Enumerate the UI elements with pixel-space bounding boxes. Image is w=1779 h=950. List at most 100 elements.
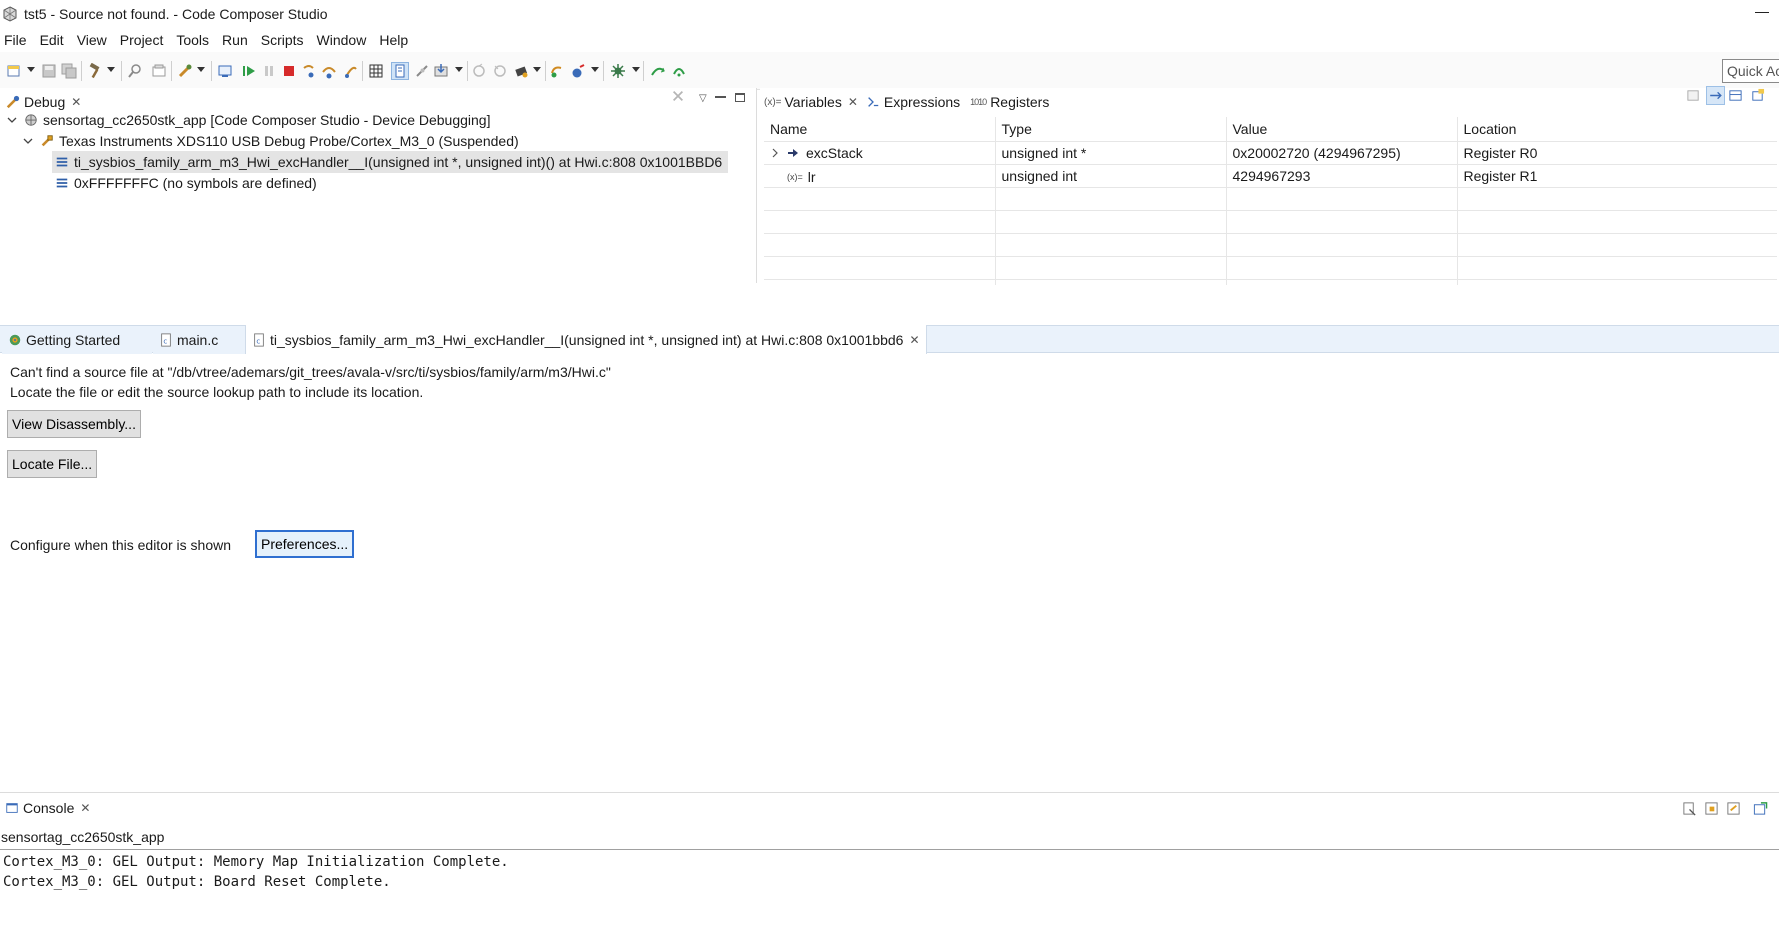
- configure-editor-label: Configure when this editor is shown: [10, 537, 232, 553]
- tree-item-stack-frame-selected[interactable]: ti_sysbios_family_arm_m3_Hwi_excHandler_…: [52, 151, 729, 173]
- table-row[interactable]: (x)= lr unsigned int 4294967293 Register…: [764, 163, 1777, 187]
- menu-view[interactable]: View: [77, 32, 107, 48]
- build-hammer-icon[interactable]: [87, 63, 103, 79]
- chevron-down-icon[interactable]: [22, 135, 34, 147]
- column-header-name[interactable]: Name: [764, 117, 996, 141]
- show-types-icon[interactable]: [1686, 88, 1701, 103]
- variables-view-tabbar: (x)= Variables ✕ Expressions 1010 Regist…: [760, 86, 1779, 116]
- debug-view-icon: [6, 95, 20, 109]
- pin-console-icon[interactable]: [1726, 801, 1741, 816]
- table-row[interactable]: excStack unsigned int * 0x20002720 (4294…: [764, 140, 1777, 164]
- close-icon[interactable]: ✕: [848, 95, 858, 109]
- view-disassembly-button[interactable]: View Disassembly...: [7, 410, 141, 438]
- tab-registers[interactable]: 1010 Registers: [966, 88, 1055, 116]
- menu-project[interactable]: Project: [120, 32, 164, 48]
- save-icon[interactable]: [41, 63, 57, 79]
- locate-file-button[interactable]: Locate File...: [7, 450, 98, 478]
- save-all-icon[interactable]: [61, 63, 77, 79]
- refresh-icon[interactable]: [549, 63, 565, 79]
- menu-scripts[interactable]: Scripts: [261, 32, 304, 48]
- loop-icon[interactable]: [671, 63, 687, 79]
- column-header-value[interactable]: Value: [1226, 117, 1458, 141]
- new-dropdown-arrow[interactable]: [27, 67, 35, 72]
- column-header-type[interactable]: Type: [995, 117, 1227, 141]
- tab-variables-label: Variables: [784, 94, 842, 110]
- menu-edit[interactable]: Edit: [40, 32, 64, 48]
- chevron-down-icon[interactable]: [6, 114, 18, 126]
- connect-icon[interactable]: [414, 63, 430, 79]
- suspend-icon[interactable]: [261, 63, 277, 79]
- build-dropdown-arrow[interactable]: [107, 67, 115, 72]
- terminal-icon[interactable]: [217, 63, 233, 79]
- step-into-icon[interactable]: [301, 63, 317, 79]
- view-menu-icon[interactable]: ▽: [699, 93, 707, 104]
- variable-value[interactable]: 4294967293: [1226, 163, 1458, 187]
- table-row-empty: [764, 209, 1777, 233]
- tab-variables[interactable]: (x)= Variables ✕: [760, 88, 864, 116]
- variable-name-cell: (x)= lr: [764, 163, 996, 187]
- script-dropdown-arrow[interactable]: [591, 67, 599, 72]
- scroll-lock-icon[interactable]: [1704, 801, 1719, 816]
- layout-icon[interactable]: [1728, 88, 1743, 103]
- debug-dropdown-arrow[interactable]: [197, 67, 205, 72]
- close-icon[interactable]: ✕: [71, 95, 81, 109]
- terminate-icon[interactable]: [281, 63, 297, 79]
- tab-main-c[interactable]: c main.c: [153, 326, 245, 354]
- menu-tools[interactable]: Tools: [176, 32, 209, 48]
- target-config-icon[interactable]: [513, 63, 529, 79]
- menu-run[interactable]: Run: [222, 32, 248, 48]
- variable-type: unsigned int: [995, 163, 1227, 187]
- tools-dropdown-arrow[interactable]: [632, 67, 640, 72]
- column-header-location[interactable]: Location: [1457, 117, 1777, 141]
- tab-getting-started[interactable]: Getting Started: [2, 326, 152, 354]
- run-script-icon[interactable]: [570, 63, 586, 79]
- menu-help[interactable]: Help: [379, 32, 408, 48]
- maximize-view-icon[interactable]: [735, 93, 745, 102]
- new-icon[interactable]: [6, 63, 22, 79]
- variable-value[interactable]: 0x20002720 (4294967295): [1226, 140, 1458, 164]
- clear-console-icon[interactable]: [1682, 801, 1697, 816]
- console-view: Console ✕ sensortag_cc2650stk_app Cortex…: [0, 792, 1779, 950]
- debug-bug-icon[interactable]: [177, 63, 193, 79]
- step-return-icon[interactable]: [343, 63, 359, 79]
- quick-access-input[interactable]: Quick Access: [1722, 59, 1779, 83]
- tab-source-not-found[interactable]: c ti_sysbios_family_arm_m3_Hwi_excHandle…: [245, 325, 927, 354]
- ccs-app-icon: [3, 6, 17, 22]
- primitive-variable-icon: (x)=: [787, 171, 803, 182]
- target-dropdown-arrow[interactable]: [533, 67, 541, 72]
- tab-console[interactable]: Console ✕: [0, 794, 96, 822]
- minimize-view-icon[interactable]: [715, 96, 726, 98]
- preferences-button[interactable]: Preferences...: [255, 530, 355, 558]
- tools-gear-icon[interactable]: [610, 63, 626, 79]
- close-icon[interactable]: ✕: [80, 801, 90, 815]
- collapse-all-icon[interactable]: [1706, 86, 1725, 105]
- step-over-icon[interactable]: [321, 63, 337, 79]
- load-program-icon[interactable]: [433, 63, 449, 79]
- tree-item-target[interactable]: Texas Instruments XDS110 USB Debug Probe…: [22, 130, 519, 152]
- tree-item-launch[interactable]: sensortag_cc2650stk_app [Code Composer S…: [6, 109, 491, 131]
- chevron-right-icon[interactable]: [770, 148, 780, 158]
- load-dropdown-arrow[interactable]: [455, 67, 463, 72]
- registers-icon: 1010: [970, 97, 987, 107]
- console-divider: [0, 849, 1779, 850]
- menu-window[interactable]: Window: [317, 32, 367, 48]
- restart-icon[interactable]: [471, 63, 487, 79]
- tab-expressions[interactable]: Expressions: [864, 88, 966, 116]
- remove-all-terminated-icon[interactable]: [671, 89, 685, 103]
- reset-icon[interactable]: [492, 63, 508, 79]
- variables-header-row: Name Type Value Location: [764, 117, 1777, 141]
- resume-icon[interactable]: [241, 63, 257, 79]
- instruction-step-icon[interactable]: [391, 62, 409, 80]
- open-type-icon[interactable]: [151, 63, 167, 79]
- open-console-icon[interactable]: [1752, 801, 1768, 816]
- search-icon[interactable]: [127, 63, 143, 79]
- menu-bar: File Edit View Project Tools Run Scripts…: [0, 28, 1779, 52]
- variable-location: Register R1: [1457, 163, 1777, 187]
- close-icon[interactable]: ✕: [909, 333, 919, 347]
- tree-item-stack-frame[interactable]: 0xFFFFFFFC (no symbols are defined): [52, 172, 317, 194]
- minimize-button[interactable]: [1751, 2, 1773, 24]
- new-view-icon[interactable]: [1750, 88, 1765, 103]
- menu-file[interactable]: File: [4, 32, 27, 48]
- forward-icon[interactable]: [650, 63, 666, 79]
- memory-grid-icon[interactable]: [368, 63, 384, 79]
